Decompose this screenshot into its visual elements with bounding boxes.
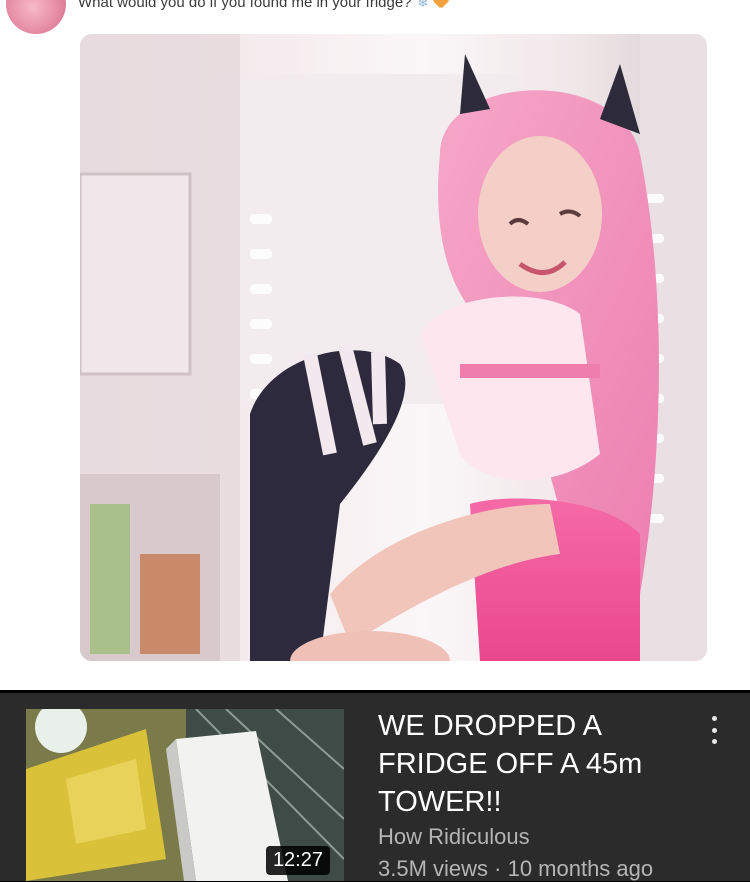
post-photo[interactable] [80,34,707,661]
video-card[interactable]: 12:27 WE DROPPED A FRIDGE OFF A 45m TOWE… [0,693,750,881]
avatar[interactable] [6,0,66,34]
video-meta: 3.5M views · 10 months ago [378,856,654,881]
dot [711,716,717,721]
dot [711,727,717,733]
video-thumbnail[interactable]: 12:27 [26,709,344,881]
channel-name[interactable]: How Ridiculous [378,824,530,850]
more-options-icon[interactable] [702,713,726,747]
post-caption: What would you do if you found me in you… [78,0,412,11]
dot [711,739,717,744]
orange-heart-icon [434,0,448,9]
video-duration: 12:27 [265,846,330,875]
caption-row: What would you do if you found me in you… [78,0,448,11]
photo-illustration [80,34,707,661]
snowflake-icon: ❄ [417,0,429,10]
video-title[interactable]: WE DROPPED A FRIDGE OFF A 45m TOWER!! [378,707,678,821]
social-post: What would you do if you found me in you… [0,0,750,690]
